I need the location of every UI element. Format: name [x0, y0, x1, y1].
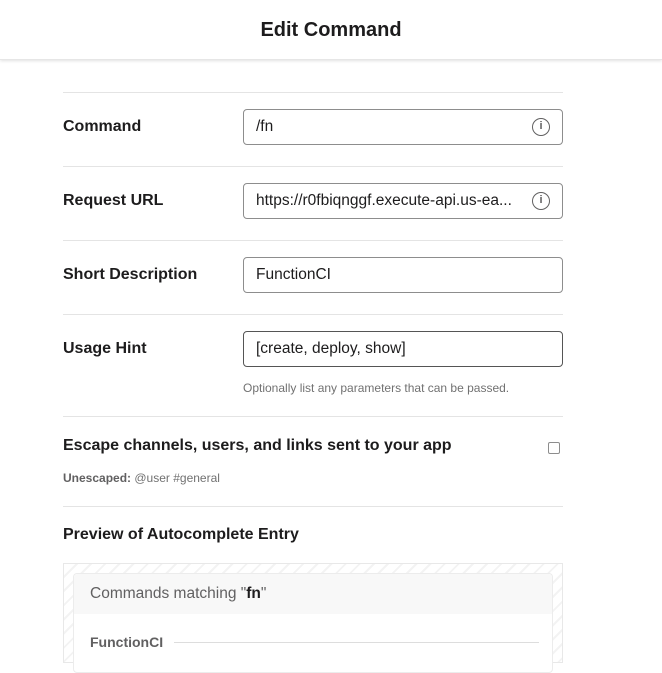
autocomplete-preview: Commands matching "fn" FunctionCI — [63, 563, 563, 673]
divider — [174, 642, 539, 643]
preview-title: Preview of Autocomplete Entry — [63, 526, 299, 543]
divider — [63, 416, 563, 417]
command-value: /fn — [256, 118, 274, 135]
escape-checkbox[interactable] — [548, 442, 560, 454]
info-circle-icon[interactable]: i — [532, 118, 550, 136]
usage-hint-help: Optionally list any parameters that can … — [243, 381, 510, 395]
header-suffix: " — [260, 585, 267, 602]
short-description-label: Short Description — [63, 266, 198, 283]
unescaped-value: @user #general — [134, 471, 220, 485]
request-url-value: https://r0fbiqnggf.execute-api.us-ea... — [256, 192, 512, 209]
autocomplete-entry: FunctionCI — [90, 634, 164, 650]
autocomplete-header: Commands matching "fn" — [74, 574, 552, 614]
divider — [63, 166, 563, 167]
unescaped-label: Unescaped: — [63, 471, 132, 485]
divider — [63, 240, 563, 241]
request-url-label: Request URL — [63, 192, 164, 209]
short-description-input[interactable]: FunctionCI — [243, 257, 563, 293]
divider — [63, 506, 563, 507]
divider — [63, 92, 563, 93]
header: Edit Command — [0, 0, 662, 60]
escape-label: Escape channels, users, and links sent t… — [63, 437, 452, 454]
header-prefix: Commands matching " — [90, 585, 247, 602]
divider — [63, 314, 563, 315]
unescaped-note: Unescaped: @user #general — [63, 471, 220, 485]
autocomplete-card: Commands matching "fn" FunctionCI — [73, 573, 553, 673]
request-url-input[interactable]: https://r0fbiqnggf.execute-api.us-ea... i — [243, 183, 563, 219]
page-title: Edit Command — [260, 19, 402, 41]
command-input[interactable]: /fn i — [243, 109, 563, 145]
header-term: fn — [246, 585, 261, 602]
usage-hint-label: Usage Hint — [63, 340, 147, 357]
command-label: Command — [63, 118, 142, 135]
info-circle-icon[interactable]: i — [532, 192, 550, 210]
usage-hint-input[interactable]: [create, deploy, show] — [243, 331, 563, 367]
